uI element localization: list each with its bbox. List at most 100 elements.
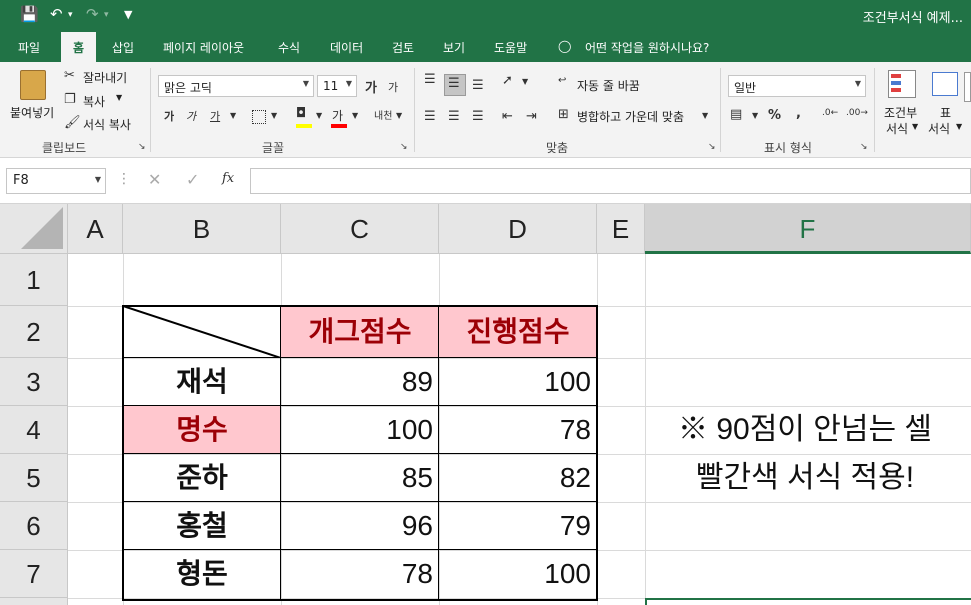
score-cell[interactable]: 79	[439, 502, 597, 550]
insert-function-icon[interactable]: fx	[222, 171, 234, 186]
align-left-icon[interactable]: ☰	[424, 109, 436, 124]
row-header-4[interactable]: 4	[0, 406, 68, 454]
conditional-formatting-button[interactable]: 조건부	[884, 104, 917, 121]
decrease-indent-icon[interactable]: ⇤	[502, 109, 513, 124]
name-cell[interactable]: 재석	[123, 358, 281, 406]
score-cell[interactable]: 89	[281, 358, 439, 406]
header-cell-progress[interactable]: 진행점수	[439, 306, 597, 358]
alignment-launcher-icon[interactable]: ↘	[708, 142, 716, 152]
tab-review[interactable]: 검토	[392, 39, 414, 56]
align-bottom-icon[interactable]: ☰	[472, 78, 484, 93]
name-cell-highlighted[interactable]: 명수	[123, 406, 281, 454]
conditional-dropdown-icon[interactable]: ▼	[912, 122, 918, 131]
undo-dropdown-icon[interactable]: ▾	[68, 10, 73, 20]
undo-icon[interactable]: ↶	[50, 5, 63, 23]
number-format-select[interactable]: 일반 ▼	[728, 75, 866, 97]
merge-center-button[interactable]: 병합하고 가운데 맞춤	[577, 108, 684, 125]
wrap-text-button[interactable]: 자동 줄 바꿈	[577, 77, 640, 94]
align-top-icon[interactable]: ☰	[424, 72, 436, 87]
table-corner-cell[interactable]	[123, 306, 281, 358]
accounting-icon[interactable]: ▤	[730, 107, 742, 122]
orientation-dropdown-icon[interactable]: ▼	[522, 77, 528, 86]
number-launcher-icon[interactable]: ↘	[860, 142, 868, 152]
orientation-icon[interactable]: ➚	[502, 73, 513, 88]
name-cell[interactable]: 준하	[123, 454, 281, 502]
underline-button[interactable]: 가	[210, 108, 220, 124]
column-header-e[interactable]: E	[597, 204, 645, 254]
merge-dropdown-icon[interactable]: ▼	[702, 111, 708, 120]
column-header-b[interactable]: B	[123, 204, 281, 254]
score-cell[interactable]: 100	[281, 406, 439, 454]
italic-button[interactable]: 가	[186, 108, 196, 124]
phonetic-dropdown-icon[interactable]: ▼	[396, 111, 402, 120]
wrap-text-icon[interactable]: ↩	[558, 75, 566, 86]
name-cell[interactable]: 형돈	[123, 550, 281, 598]
enter-icon[interactable]: ✓	[186, 170, 199, 189]
row-header-6[interactable]: 6	[0, 502, 68, 550]
font-color-dropdown-icon[interactable]: ▼	[352, 111, 358, 120]
name-cell[interactable]: 홍철	[123, 502, 281, 550]
table-dropdown-icon[interactable]: ▼	[956, 122, 962, 131]
increase-decimal-icon[interactable]: .0←	[822, 108, 838, 118]
cut-button[interactable]: 잘라내기	[83, 69, 127, 86]
column-header-c[interactable]: C	[281, 204, 439, 254]
row-header-8[interactable]	[0, 598, 68, 605]
row-header-3[interactable]: 3	[0, 358, 68, 406]
redo-dropdown-icon[interactable]: ▾	[104, 10, 109, 20]
score-cell[interactable]: 78	[281, 550, 439, 598]
customize-toolbar-icon[interactable]: ▼	[124, 8, 132, 21]
cell-styles-icon[interactable]	[964, 72, 971, 102]
name-box[interactable]: F8 ▼	[6, 168, 106, 194]
increase-font-icon[interactable]: 가	[365, 77, 377, 96]
save-icon[interactable]: 💾	[20, 5, 39, 23]
row-header-1[interactable]: 1	[0, 254, 68, 306]
format-as-table-button[interactable]: 표	[940, 104, 951, 121]
row-header-2[interactable]: 2	[0, 306, 68, 358]
increase-indent-icon[interactable]: ⇥	[526, 109, 537, 124]
borders-dropdown-icon[interactable]: ▼	[271, 111, 277, 120]
paste-icon[interactable]	[20, 70, 46, 100]
row-header-7[interactable]: 7	[0, 550, 68, 598]
redo-icon[interactable]: ↷	[86, 5, 99, 23]
font-launcher-icon[interactable]: ↘	[400, 142, 408, 152]
tab-home[interactable]: 홈	[61, 32, 97, 62]
fill-color-dropdown-icon[interactable]: ▼	[316, 111, 322, 120]
column-header-f[interactable]: F	[645, 204, 971, 254]
font-name-select[interactable]: 맑은 고딕 ▼	[158, 75, 314, 97]
font-color-icon[interactable]: 가	[332, 107, 343, 124]
tab-view[interactable]: 보기	[443, 39, 465, 56]
underline-dropdown-icon[interactable]: ▼	[230, 111, 236, 120]
tab-insert[interactable]: 삽입	[112, 39, 134, 56]
borders-icon[interactable]	[252, 110, 266, 124]
conditional-formatting-icon[interactable]	[888, 70, 916, 98]
copy-dropdown-icon[interactable]: ▼	[116, 93, 122, 102]
copy-button[interactable]: 복사	[83, 93, 105, 110]
accounting-dropdown-icon[interactable]: ▼	[752, 111, 758, 120]
align-center-icon[interactable]: ☰	[448, 109, 460, 124]
tab-formulas[interactable]: 수식	[278, 39, 300, 56]
score-cell[interactable]: 100	[439, 358, 597, 406]
score-cell[interactable]: 85	[281, 454, 439, 502]
decrease-decimal-icon[interactable]: .00→	[846, 108, 868, 118]
tab-help[interactable]: 도움말	[494, 39, 527, 56]
copy-icon[interactable]: ❐	[64, 92, 76, 107]
phonetic-icon[interactable]: 내천	[374, 107, 392, 122]
column-header-a[interactable]: A	[68, 204, 123, 254]
active-cell-f8[interactable]	[645, 598, 971, 605]
score-cell[interactable]: 82	[439, 454, 597, 502]
percent-button[interactable]: %	[768, 108, 781, 123]
format-painter-icon[interactable]: 🖌	[64, 115, 81, 130]
tab-file[interactable]: 파일	[18, 39, 40, 56]
row-header-5[interactable]: 5	[0, 454, 68, 502]
format-painter-button[interactable]: 서식 복사	[83, 116, 131, 133]
score-cell[interactable]: 100	[439, 550, 597, 598]
score-cell[interactable]: 78	[439, 406, 597, 454]
tell-me-search[interactable]: 어떤 작업을 원하시나요?	[585, 39, 709, 56]
formula-input[interactable]	[250, 168, 971, 194]
bold-button[interactable]: 가	[164, 108, 174, 124]
header-cell-gag[interactable]: 개그점수	[281, 306, 439, 358]
cancel-icon[interactable]: ✕	[148, 170, 161, 189]
fill-color-icon[interactable]: ◘	[296, 106, 306, 121]
comma-button[interactable]: ,	[796, 106, 801, 121]
align-right-icon[interactable]: ☰	[472, 109, 484, 124]
